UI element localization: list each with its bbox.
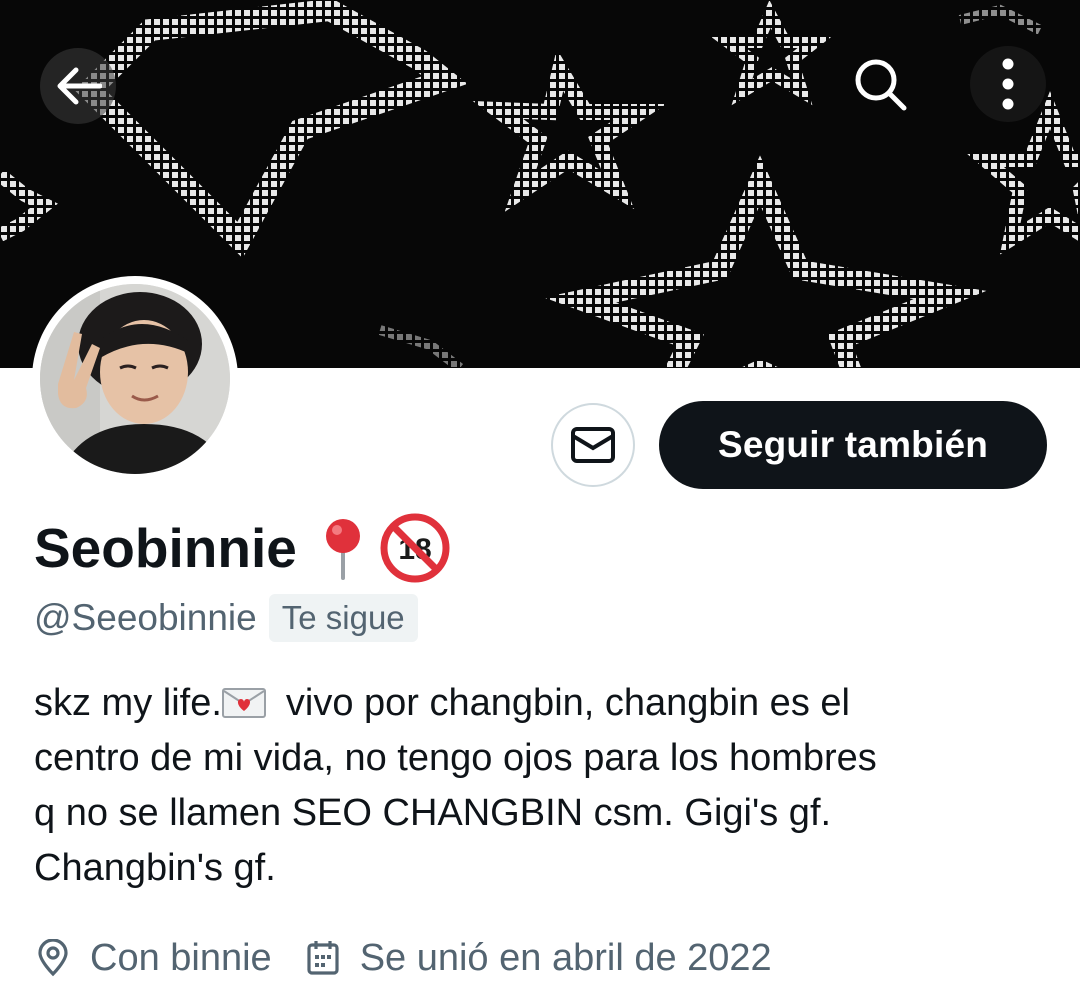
- search-icon: [855, 59, 907, 111]
- back-button[interactable]: [40, 48, 116, 124]
- bio-line-2: centro de mi vida, no tengo ojos para lo…: [34, 737, 877, 779]
- profile-name-row: Seobinnie 18: [34, 510, 451, 586]
- round-pushpin-icon: [325, 519, 360, 580]
- location-pin-icon: [38, 939, 68, 977]
- arrow-left-icon: [57, 67, 102, 105]
- calendar-icon: [307, 941, 339, 975]
- bio-line-4: Changbin's gf.: [34, 847, 276, 889]
- display-name: Seobinnie: [34, 517, 297, 579]
- handle-row: @Seeobinnie Te sigue: [34, 594, 418, 642]
- follows-you-badge: Te sigue: [268, 594, 418, 642]
- avatar[interactable]: [32, 276, 238, 482]
- location-text: Con binnie: [90, 936, 272, 979]
- search-button[interactable]: [842, 46, 918, 122]
- love-letter-icon: [221, 688, 266, 718]
- joined-date-text: Se unió en abril de 2022: [359, 936, 772, 979]
- envelope-icon: [571, 427, 615, 463]
- more-options-button[interactable]: [970, 46, 1046, 122]
- username-handle: @Seeobinnie: [34, 597, 257, 638]
- joined-item: Se unió en abril de 2022: [306, 937, 772, 980]
- message-button[interactable]: [551, 403, 635, 487]
- location-item: Con binnie: [36, 937, 272, 980]
- profile-bio: skz my life. vivo por changbin, changbin …: [34, 676, 1024, 896]
- avatar-photo: [40, 284, 230, 474]
- more-vertical-icon: [1002, 58, 1014, 110]
- no-one-under-eighteen-icon: 18: [380, 513, 450, 583]
- follow-back-button[interactable]: Seguir también: [659, 401, 1047, 489]
- profile-meta: Con binnie Se unió en abril de 2022: [36, 932, 772, 984]
- bio-line-3: q no se llamen SEO CHANGBIN csm. Gigi's …: [34, 792, 832, 834]
- bio-line-1: skz my life. vivo por changbin, changbin …: [34, 682, 850, 724]
